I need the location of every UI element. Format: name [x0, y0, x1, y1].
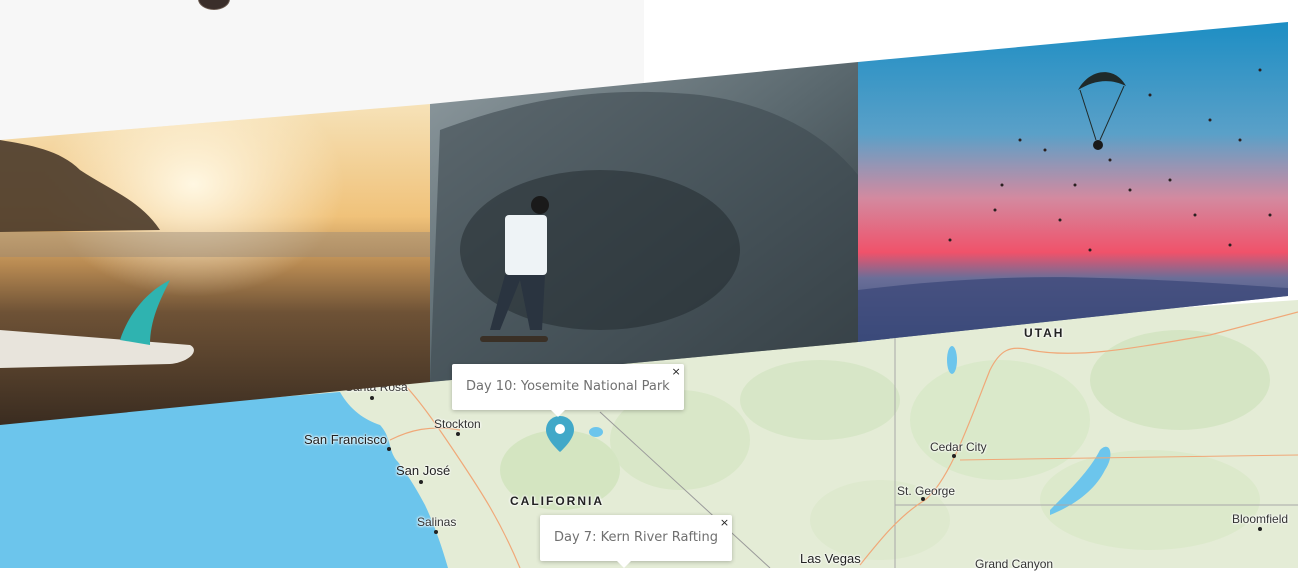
photo-gallery — [0, 0, 1298, 568]
map-popup-yosemite[interactable]: Day 10: Yosemite National Park × — [452, 364, 684, 417]
gallery-photo-beach[interactable] — [0, 104, 430, 425]
gallery-photo-skatepark[interactable] — [430, 62, 858, 382]
gallery-photo-paraglider[interactable] — [858, 22, 1288, 342]
popup-tip — [550, 409, 566, 417]
popup-label: Day 10: Yosemite National Park — [466, 379, 670, 394]
popup-close-button[interactable]: × — [671, 366, 680, 378]
